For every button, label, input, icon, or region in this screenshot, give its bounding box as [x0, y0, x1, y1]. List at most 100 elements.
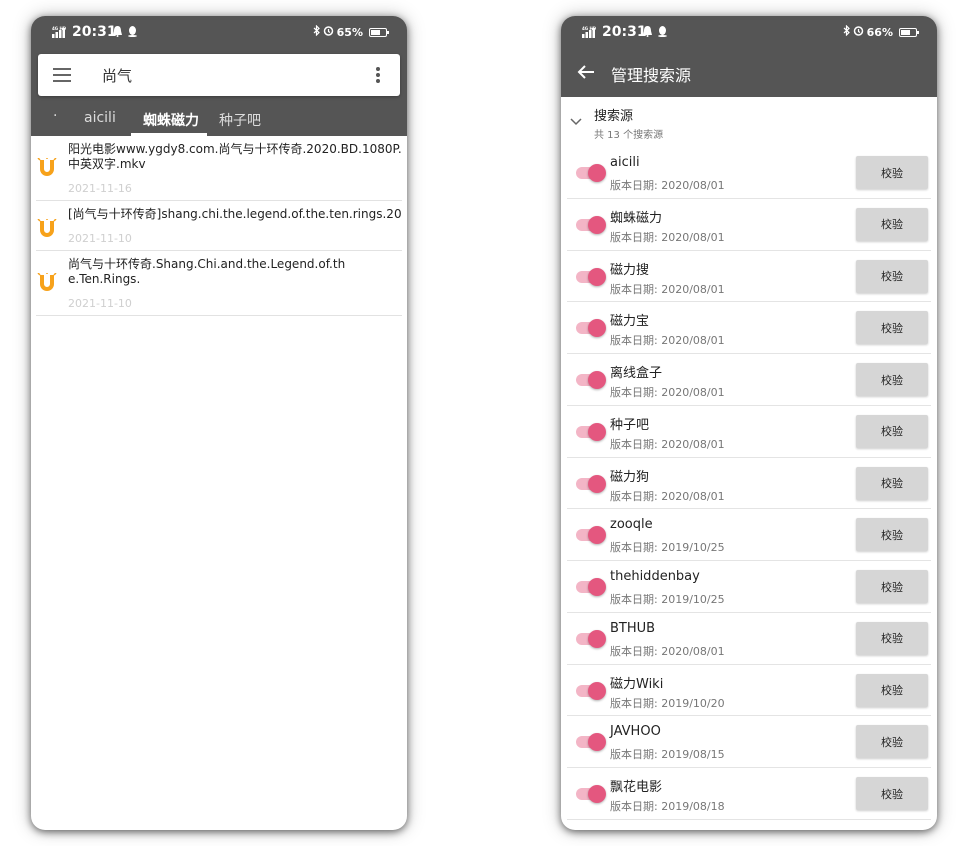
source-row: 飘花电影版本日期: 2019/08/18 校验 [567, 768, 931, 820]
tab-spider-magnet[interactable]: 蜘蛛磁力 [143, 110, 199, 130]
source-version: 版本日期: 2020/08/01 [610, 334, 725, 348]
status-right: 66% [843, 24, 919, 39]
source-name: 磁力宝 [610, 314, 650, 330]
verify-button[interactable]: 校验 [856, 207, 928, 241]
qq-icon [658, 26, 667, 37]
source-toggle[interactable] [576, 371, 608, 389]
source-list: aicili 版本日期: 2020/08/01 校验 蜘蛛磁力 版本日期: 2020/0… [567, 147, 931, 820]
alarm-icon [853, 25, 864, 39]
verify-button[interactable]: 校验 [856, 673, 928, 707]
source-toggle[interactable] [576, 422, 608, 441]
search-results-screen: 4G HD 20:31 65% 尚气 · aicili 蜘蛛磁力 种子吧 阳光电… [31, 16, 407, 830]
source-name: thehiddenbay [610, 569, 700, 584]
magnet-icon [37, 218, 57, 239]
search-bar[interactable]: 尚气 [38, 54, 400, 96]
source-name: aicili [610, 155, 640, 170]
source-version: 版本日期: 2020/08/01 [610, 230, 725, 244]
alarm-icon [323, 25, 334, 39]
source-version: 版本日期: 2020/08/01 [610, 282, 725, 296]
source-toggle[interactable] [576, 474, 608, 493]
source-toggle[interactable] [576, 733, 608, 752]
source-toggle[interactable] [576, 629, 608, 648]
group-count: 共 13 个搜索源 [594, 130, 664, 141]
source-name: zooqle [610, 517, 653, 533]
more-vert-icon[interactable] [376, 67, 380, 83]
result-date: 2021-11-10 [68, 232, 132, 245]
bluetooth-icon [313, 24, 320, 39]
source-version: 版本日期: 2020/08/01 [610, 437, 725, 451]
status-time: 20:31 [72, 24, 117, 40]
verify-button[interactable]: 校验 [856, 725, 928, 759]
source-row: zooqle 版本日期: 2019/10/25 校验 [567, 509, 931, 561]
source-row: 离线盒子 版本日期: 2020/08/01 校验 [567, 354, 931, 406]
verify-button[interactable]: 校验 [856, 466, 928, 500]
result-item[interactable]: [尚气与十环传奇]shang.chi.the.legend.of.the.ten… [36, 201, 402, 251]
source-row: 磁力Wiki 版本日期: 2019/10/20 校验 [567, 665, 931, 717]
chevron-down-icon[interactable] [569, 113, 583, 127]
source-toggle[interactable] [576, 164, 608, 182]
source-name: 磁力Wiki [610, 676, 664, 692]
source-toggle[interactable] [576, 267, 608, 286]
notification-icon [643, 26, 652, 37]
verify-button[interactable]: 校验 [856, 621, 928, 655]
source-toggle[interactable] [576, 319, 608, 338]
battery-text: 66% [866, 25, 893, 39]
source-row: 磁力搜版本日期: 2020/08/01 校验 [567, 251, 931, 303]
group-name: 搜索源 [594, 109, 634, 124]
source-name: 种子吧 [610, 417, 650, 433]
source-version: 版本日期: 2020/08/01 [610, 644, 725, 658]
source-row: 蜘蛛磁力版本日期: 2020/08/01 校验 [567, 199, 931, 251]
status-time: 20:31 [602, 24, 647, 40]
page-title: 管理搜索源 [611, 66, 692, 85]
notification-icon [113, 26, 122, 37]
menu-icon[interactable] [53, 68, 71, 82]
verify-button[interactable]: 校验 [856, 414, 928, 448]
source-row: aicili 版本日期: 2020/08/01 校验 [567, 147, 931, 199]
source-row: thehiddenbay 版本日期: 2019/10/25 校验 [567, 561, 931, 613]
verify-button[interactable]: 校验 [856, 777, 928, 810]
source-tabs: · aicili 蜘蛛磁力 种子吧 [31, 104, 407, 136]
result-title: [尚气与十环传奇]shang.chi.the.legend.of.the.ten… [68, 207, 402, 221]
search-query[interactable]: 尚气 [102, 65, 132, 86]
result-item[interactable]: 阳光电影www.ygdy8.com.尚气与十环传奇.2020.BD.1080P.… [36, 136, 402, 201]
app-bar: 管理搜索源 [561, 48, 937, 97]
manage-sources-screen: 4G HD 20:31 66% 管理搜索源 搜索源 共 13 个搜索源 aici… [561, 16, 937, 830]
result-item[interactable]: 尚气与十环传奇.Shang.Chi.and.the.Legend.of.the.… [36, 251, 402, 316]
status-bar: 4G HD 20:31 66% [561, 16, 937, 48]
source-name: 磁力搜 [610, 262, 650, 278]
back-arrow-icon[interactable] [577, 64, 595, 80]
verify-button[interactable]: 校验 [856, 363, 928, 396]
source-name: 飘花电影 [610, 780, 663, 795]
tab-seed-bar[interactable]: 种子吧 [219, 110, 261, 130]
source-version: 版本日期: 2019/08/18 [610, 800, 725, 813]
verify-button[interactable]: 校验 [856, 518, 928, 552]
source-toggle[interactable] [576, 578, 608, 596]
source-version: 版本日期: 2019/10/25 [610, 541, 725, 555]
source-toggle[interactable] [576, 785, 608, 803]
verify-button[interactable]: 校验 [856, 570, 928, 603]
battery-text: 65% [336, 25, 363, 39]
source-toggle[interactable] [576, 215, 608, 234]
tab-more[interactable]: · [53, 108, 57, 124]
qq-icon [128, 26, 137, 37]
source-toggle[interactable] [576, 526, 608, 545]
result-list: 阳光电影www.ygdy8.com.尚气与十环传奇.2020.BD.1080P.… [36, 136, 402, 316]
source-group-header[interactable]: 搜索源 共 13 个搜索源 [561, 97, 937, 147]
source-version: 版本日期: 2020/08/01 [610, 179, 725, 192]
source-row: 磁力狗 版本日期: 2020/08/01 校验 [567, 458, 931, 510]
svg-text:4G HD: 4G HD [52, 26, 67, 31]
source-toggle[interactable] [576, 681, 608, 700]
status-bar: 4G HD 20:31 65% [31, 16, 407, 48]
source-version: 版本日期: 2020/08/01 [610, 386, 725, 399]
verify-button[interactable]: 校验 [856, 259, 928, 293]
tab-aicili[interactable]: aicili [84, 110, 116, 126]
magnet-icon [37, 157, 57, 178]
battery-icon [369, 27, 389, 37]
verify-button[interactable]: 校验 [856, 156, 928, 189]
source-row: 磁力宝版本日期: 2020/08/01 校验 [567, 302, 931, 354]
source-name: JAVHOO [610, 724, 661, 740]
result-date: 2021-11-10 [68, 297, 132, 310]
verify-button[interactable]: 校验 [856, 311, 928, 345]
source-version: 版本日期: 2020/08/01 [610, 489, 725, 503]
source-name: 蜘蛛磁力 [610, 210, 663, 226]
